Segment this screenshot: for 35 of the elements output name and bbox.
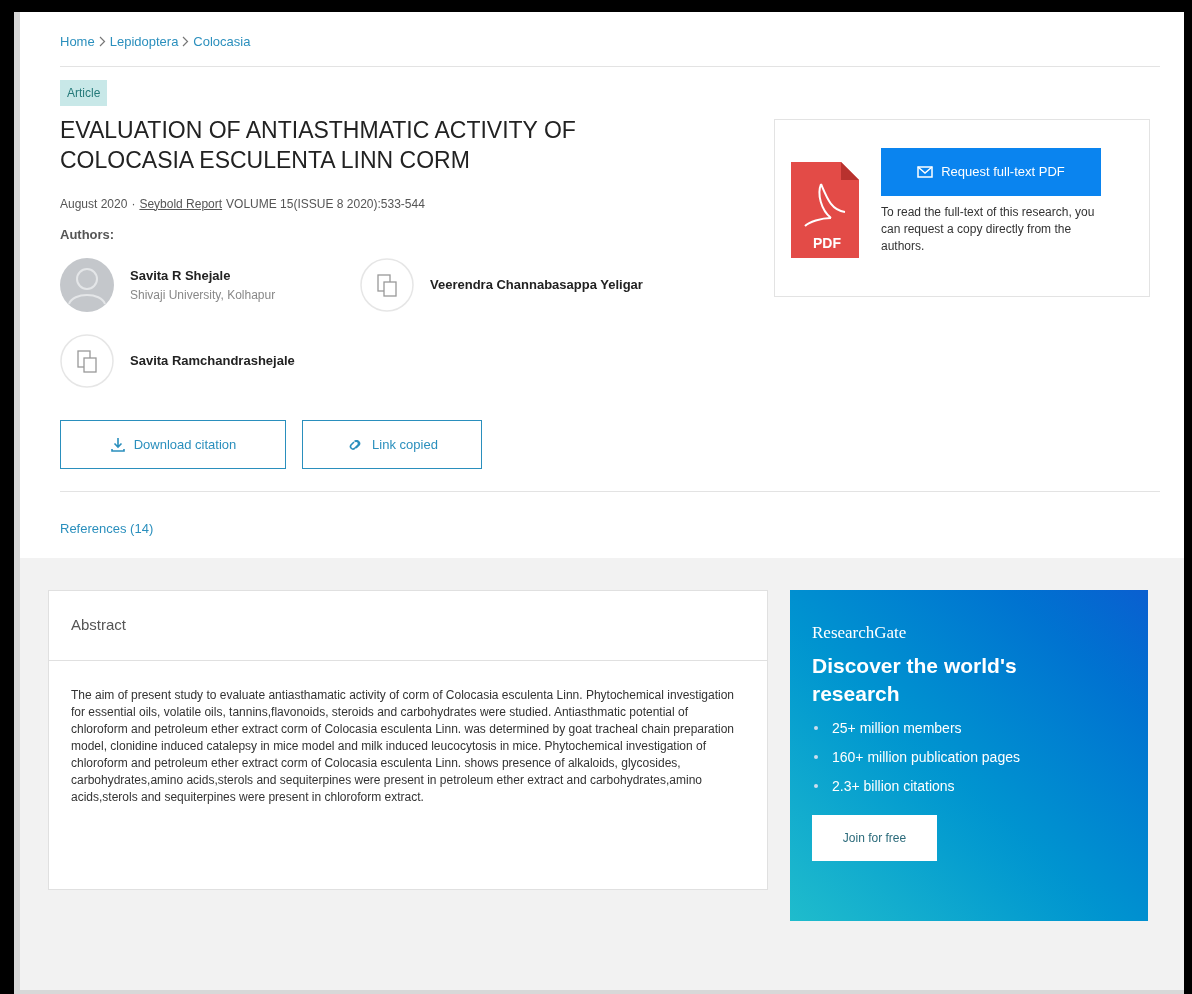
join-button[interactable]: Join for free <box>812 814 937 861</box>
chevron-icon <box>98 36 106 48</box>
breadcrumb-link[interactable]: Lepidoptera <box>109 32 179 52</box>
author-name[interactable]: Veerendra Channabasappa Yeligar <box>430 275 643 295</box>
author-affiliation: Shivaji University, Kolhapur <box>130 286 276 304</box>
author-placeholder-icon <box>60 334 114 388</box>
download-citation-button[interactable]: Download citation <box>60 420 286 469</box>
chevron-icon <box>182 36 190 48</box>
pdf-file-icon: PDF <box>791 161 859 258</box>
download-icon <box>109 436 126 453</box>
separator-dot: · <box>131 195 136 213</box>
envelope-icon <box>917 165 934 178</box>
abstract-text: The aim of present study to evaluate antiasthamatic activity of corm of Colocasia esculenta Linn. Phytochemical investigation for essential oils, volatile oils, tannins,flavonoids, steroids and carbohydrates were studied. Antiasthmatic potential of chloroform and petroleum ether extract corm of Colocasia esculenta Linn. was determined by goat tracheal chain preparation model, clonidine induced catalepsy in mice model and milk induced leucocytosis in mice. Phytochemical investigation of chloroform and petroleum ether extract corm of Colocasia esculenta Linn. shows presence of alkaloids, glycosides, carbohydrates,amino acids,sterols and sequiterpines were present in petroleum ether extract and carbohydrates,amino acids,sterols and sequiterpines were present in chloroform extract. <box>70 687 736 806</box>
avatar-icon <box>60 258 114 312</box>
copy-link-button[interactable]: Link copied <box>302 420 482 469</box>
author-name[interactable]: Savita R Shejale <box>130 266 276 286</box>
promo-bullet: 2.3+ billion citations <box>832 776 955 796</box>
author-placeholder-icon <box>360 258 414 312</box>
pdf-request-note: To read the full-text of this research, you can request a copy directly from the authors. <box>881 203 1096 255</box>
promo-bullet: 25+ million members <box>832 718 962 738</box>
journal-link[interactable]: Seybold Report <box>139 194 223 213</box>
promo-headline: Discover the world's research <box>812 652 1018 707</box>
authors-label: Authors: <box>60 225 116 244</box>
article-type-badge: Article <box>60 79 108 106</box>
volume-info: VOLUME 15(ISSUE 8 2020):533-544 <box>226 195 425 213</box>
request-pdf-button[interactable]: Request full-text PDF <box>881 147 1101 196</box>
promo-bullet: 160+ million publication pages <box>832 747 1020 767</box>
breadcrumb-link[interactable]: Colocasia <box>193 32 251 52</box>
brand-name: ResearchGate <box>812 622 908 644</box>
publication-date: August 2020 <box>60 195 128 213</box>
abstract-heading: Abstract <box>71 615 127 636</box>
references-tab[interactable]: References (14) <box>60 521 154 536</box>
article-title: EVALUATION OF ANTIASTHMATIC ACTIVITY OF COLOCASIA ESCULENTA LINN CORM <box>60 115 577 175</box>
author-name[interactable]: Savita Ramchandrashejale <box>130 351 295 371</box>
breadcrumb-link[interactable]: Home <box>60 32 95 52</box>
